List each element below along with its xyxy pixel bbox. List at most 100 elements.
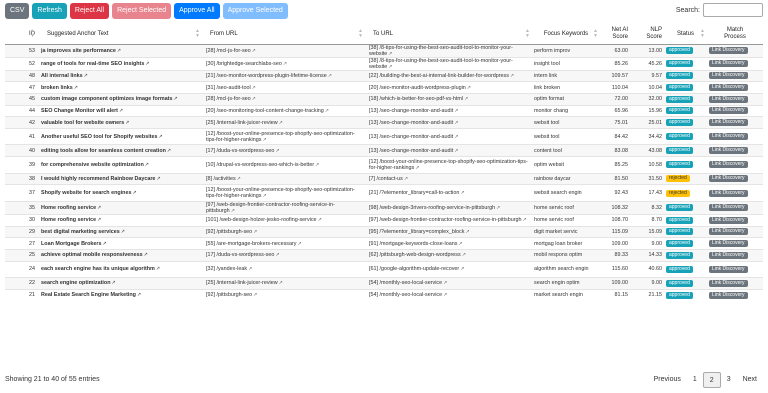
external-link-icon[interactable]: ↗	[510, 73, 514, 79]
external-link-icon[interactable]: ↗	[252, 96, 256, 102]
external-link-icon[interactable]: ↗	[388, 51, 392, 57]
external-link-icon[interactable]: ↗	[125, 120, 129, 126]
external-link-icon[interactable]: ↗	[117, 48, 121, 54]
external-link-icon[interactable]: ↗	[454, 134, 458, 140]
pagination-next[interactable]: Next	[737, 372, 763, 388]
approve-selected-button[interactable]: Approve Selected	[222, 3, 288, 19]
col-header-anchor[interactable]: Suggested Anchor Text ▲ ▼	[37, 24, 202, 45]
external-link-icon[interactable]: ↗	[467, 85, 471, 91]
external-link-icon[interactable]: ↗	[415, 165, 419, 171]
external-link-icon[interactable]: ↗	[103, 241, 107, 247]
external-link-icon[interactable]: ↗	[97, 205, 101, 211]
external-link-icon[interactable]: ↗	[262, 193, 266, 199]
external-link-icon[interactable]: ↗	[112, 280, 116, 286]
external-link-icon[interactable]: ↗	[121, 229, 125, 235]
external-link-icon[interactable]: ↗	[443, 280, 447, 286]
external-link-icon[interactable]: ↗	[458, 241, 462, 247]
external-link-icon[interactable]: ↗	[253, 292, 257, 298]
external-link-icon[interactable]: ↗	[275, 252, 279, 258]
external-link-icon[interactable]: ↗	[156, 266, 160, 272]
table-row[interactable]: 44 SEO Change Monitor will alert↗ [20] /se…	[5, 104, 763, 117]
external-link-icon[interactable]: ↗	[283, 61, 287, 67]
pagination-previous[interactable]: Previous	[648, 372, 687, 388]
external-link-icon[interactable]: ↗	[279, 120, 283, 126]
external-link-icon[interactable]: ↗	[262, 137, 266, 143]
external-link-icon[interactable]: ↗	[156, 176, 160, 182]
table-row[interactable]: 25 achieve optimal mobile responsiveness↗…	[5, 248, 763, 262]
external-link-icon[interactable]: ↗	[404, 176, 408, 182]
external-link-icon[interactable]: ↗	[145, 61, 149, 67]
table-row[interactable]: 22 search engine optimization↗ [25] /inter…	[5, 277, 763, 290]
pagination-page-2[interactable]: 2	[702, 372, 721, 388]
external-link-icon[interactable]: ↗	[279, 280, 283, 286]
external-link-icon[interactable]: ↗	[462, 252, 466, 258]
refresh-button[interactable]: Refresh	[32, 3, 67, 19]
external-link-icon[interactable]: ↗	[137, 292, 141, 298]
external-link-icon[interactable]: ↗	[74, 85, 78, 91]
table-row[interactable]: 27 Loan Mortgage Brokers↗ [55] /are-mortga…	[5, 237, 763, 250]
table-row[interactable]: 41 Another useful SEO tool for Shopify we…	[5, 127, 763, 145]
external-link-icon[interactable]: ↗	[460, 266, 464, 272]
external-link-icon[interactable]: ↗	[454, 120, 458, 126]
external-link-icon[interactable]: ↗	[159, 134, 163, 140]
external-link-icon[interactable]: ↗	[252, 85, 256, 91]
external-link-icon[interactable]: ↗	[97, 217, 101, 223]
external-link-icon[interactable]: ↗	[119, 108, 123, 114]
table-row[interactable]: 38 I would highly recommend Rainbow Dayca…	[5, 172, 763, 185]
external-link-icon[interactable]: ↗	[145, 162, 149, 168]
external-link-icon[interactable]: ↗	[248, 266, 252, 272]
external-link-icon[interactable]: ↗	[318, 217, 322, 223]
external-link-icon[interactable]: ↗	[297, 241, 301, 247]
col-header-match[interactable]: Match Process	[707, 24, 763, 45]
table-row[interactable]: 29 best digital marketing services↗ [92] /…	[5, 225, 763, 238]
external-link-icon[interactable]: ↗	[460, 190, 464, 196]
table-row[interactable]: 48 All internal links↗ [21] /seo-monitor-w…	[5, 69, 763, 82]
table-row[interactable]: 24 each search engine has its unique algo…	[5, 260, 763, 278]
external-link-icon[interactable]: ↗	[237, 176, 241, 182]
table-row[interactable]: 47 broken links↗ [31] /seo-audit-tool↗ [20]…	[5, 81, 763, 94]
csv-button[interactable]: CSV	[5, 3, 30, 19]
table-row[interactable]: 45 custom image component optimizes image…	[5, 92, 763, 106]
external-link-icon[interactable]: ↗	[464, 96, 468, 102]
reject-all-button[interactable]: Reject All	[69, 3, 110, 19]
table-row[interactable]: 52 range of tools for real-time SEO insig…	[5, 56, 763, 70]
table-row[interactable]: 30 Home roofing service↗ [101] /web-design…	[5, 213, 763, 226]
external-link-icon[interactable]: ↗	[315, 162, 319, 168]
external-link-icon[interactable]: ↗	[325, 108, 329, 114]
approve-all-button[interactable]: Approve All	[174, 3, 220, 19]
pagination-page-1[interactable]: 1	[687, 372, 703, 388]
col-header-net-ai[interactable]: Net AI Score	[600, 24, 630, 45]
reject-selected-button[interactable]: Reject Selected	[112, 3, 172, 19]
table-row[interactable]: 35 Home roofing service↗ [97] /web-design-…	[5, 200, 763, 215]
external-link-icon[interactable]: ↗	[275, 148, 279, 154]
external-link-icon[interactable]: ↗	[388, 64, 392, 70]
external-link-icon[interactable]: ↗	[167, 148, 171, 154]
external-link-icon[interactable]: ↗	[84, 73, 88, 79]
external-link-icon[interactable]: ↗	[465, 229, 469, 235]
table-row[interactable]: 42 valuable tool for website owners↗ [25] …	[5, 116, 763, 129]
col-header-id[interactable]: ID ▲ ▼	[5, 24, 37, 45]
external-link-icon[interactable]: ↗	[454, 148, 458, 154]
external-link-icon[interactable]: ↗	[496, 205, 500, 211]
col-header-to-url[interactable]: To URL ▲ ▼	[365, 24, 532, 45]
external-link-icon[interactable]: ↗	[174, 96, 178, 102]
external-link-icon[interactable]: ↗	[231, 208, 235, 214]
external-link-icon[interactable]: ↗	[252, 48, 256, 54]
table-row[interactable]: 39 for comprehensive website optimization…	[5, 156, 763, 174]
external-link-icon[interactable]: ↗	[454, 108, 458, 114]
col-header-focus[interactable]: Focus Keywords ▲ ▼	[532, 24, 600, 45]
table-row[interactable]: 21 Real Estate Search Engine Marketing↗ [9…	[5, 288, 763, 301]
table-row[interactable]: 53 ja improves site performance↗ [28] /mcl…	[5, 43, 763, 57]
external-link-icon[interactable]: ↗	[132, 190, 136, 196]
external-link-icon[interactable]: ↗	[328, 73, 332, 79]
search-input[interactable]	[703, 3, 763, 17]
table-row[interactable]: 37 Shopify website for search engines↗ [12…	[5, 184, 763, 202]
external-link-icon[interactable]: ↗	[523, 217, 527, 223]
col-header-from-url[interactable]: From URL ▲ ▼	[202, 24, 365, 45]
col-header-status[interactable]: Status ▲ ▼	[664, 24, 707, 45]
col-header-nlp[interactable]: NLP Score	[630, 24, 664, 45]
pagination-page-3[interactable]: 3	[721, 372, 737, 388]
external-link-icon[interactable]: ↗	[443, 292, 447, 298]
table-row[interactable]: 40 editing tools allow for seamless conte…	[5, 144, 763, 157]
external-link-icon[interactable]: ↗	[253, 229, 257, 235]
